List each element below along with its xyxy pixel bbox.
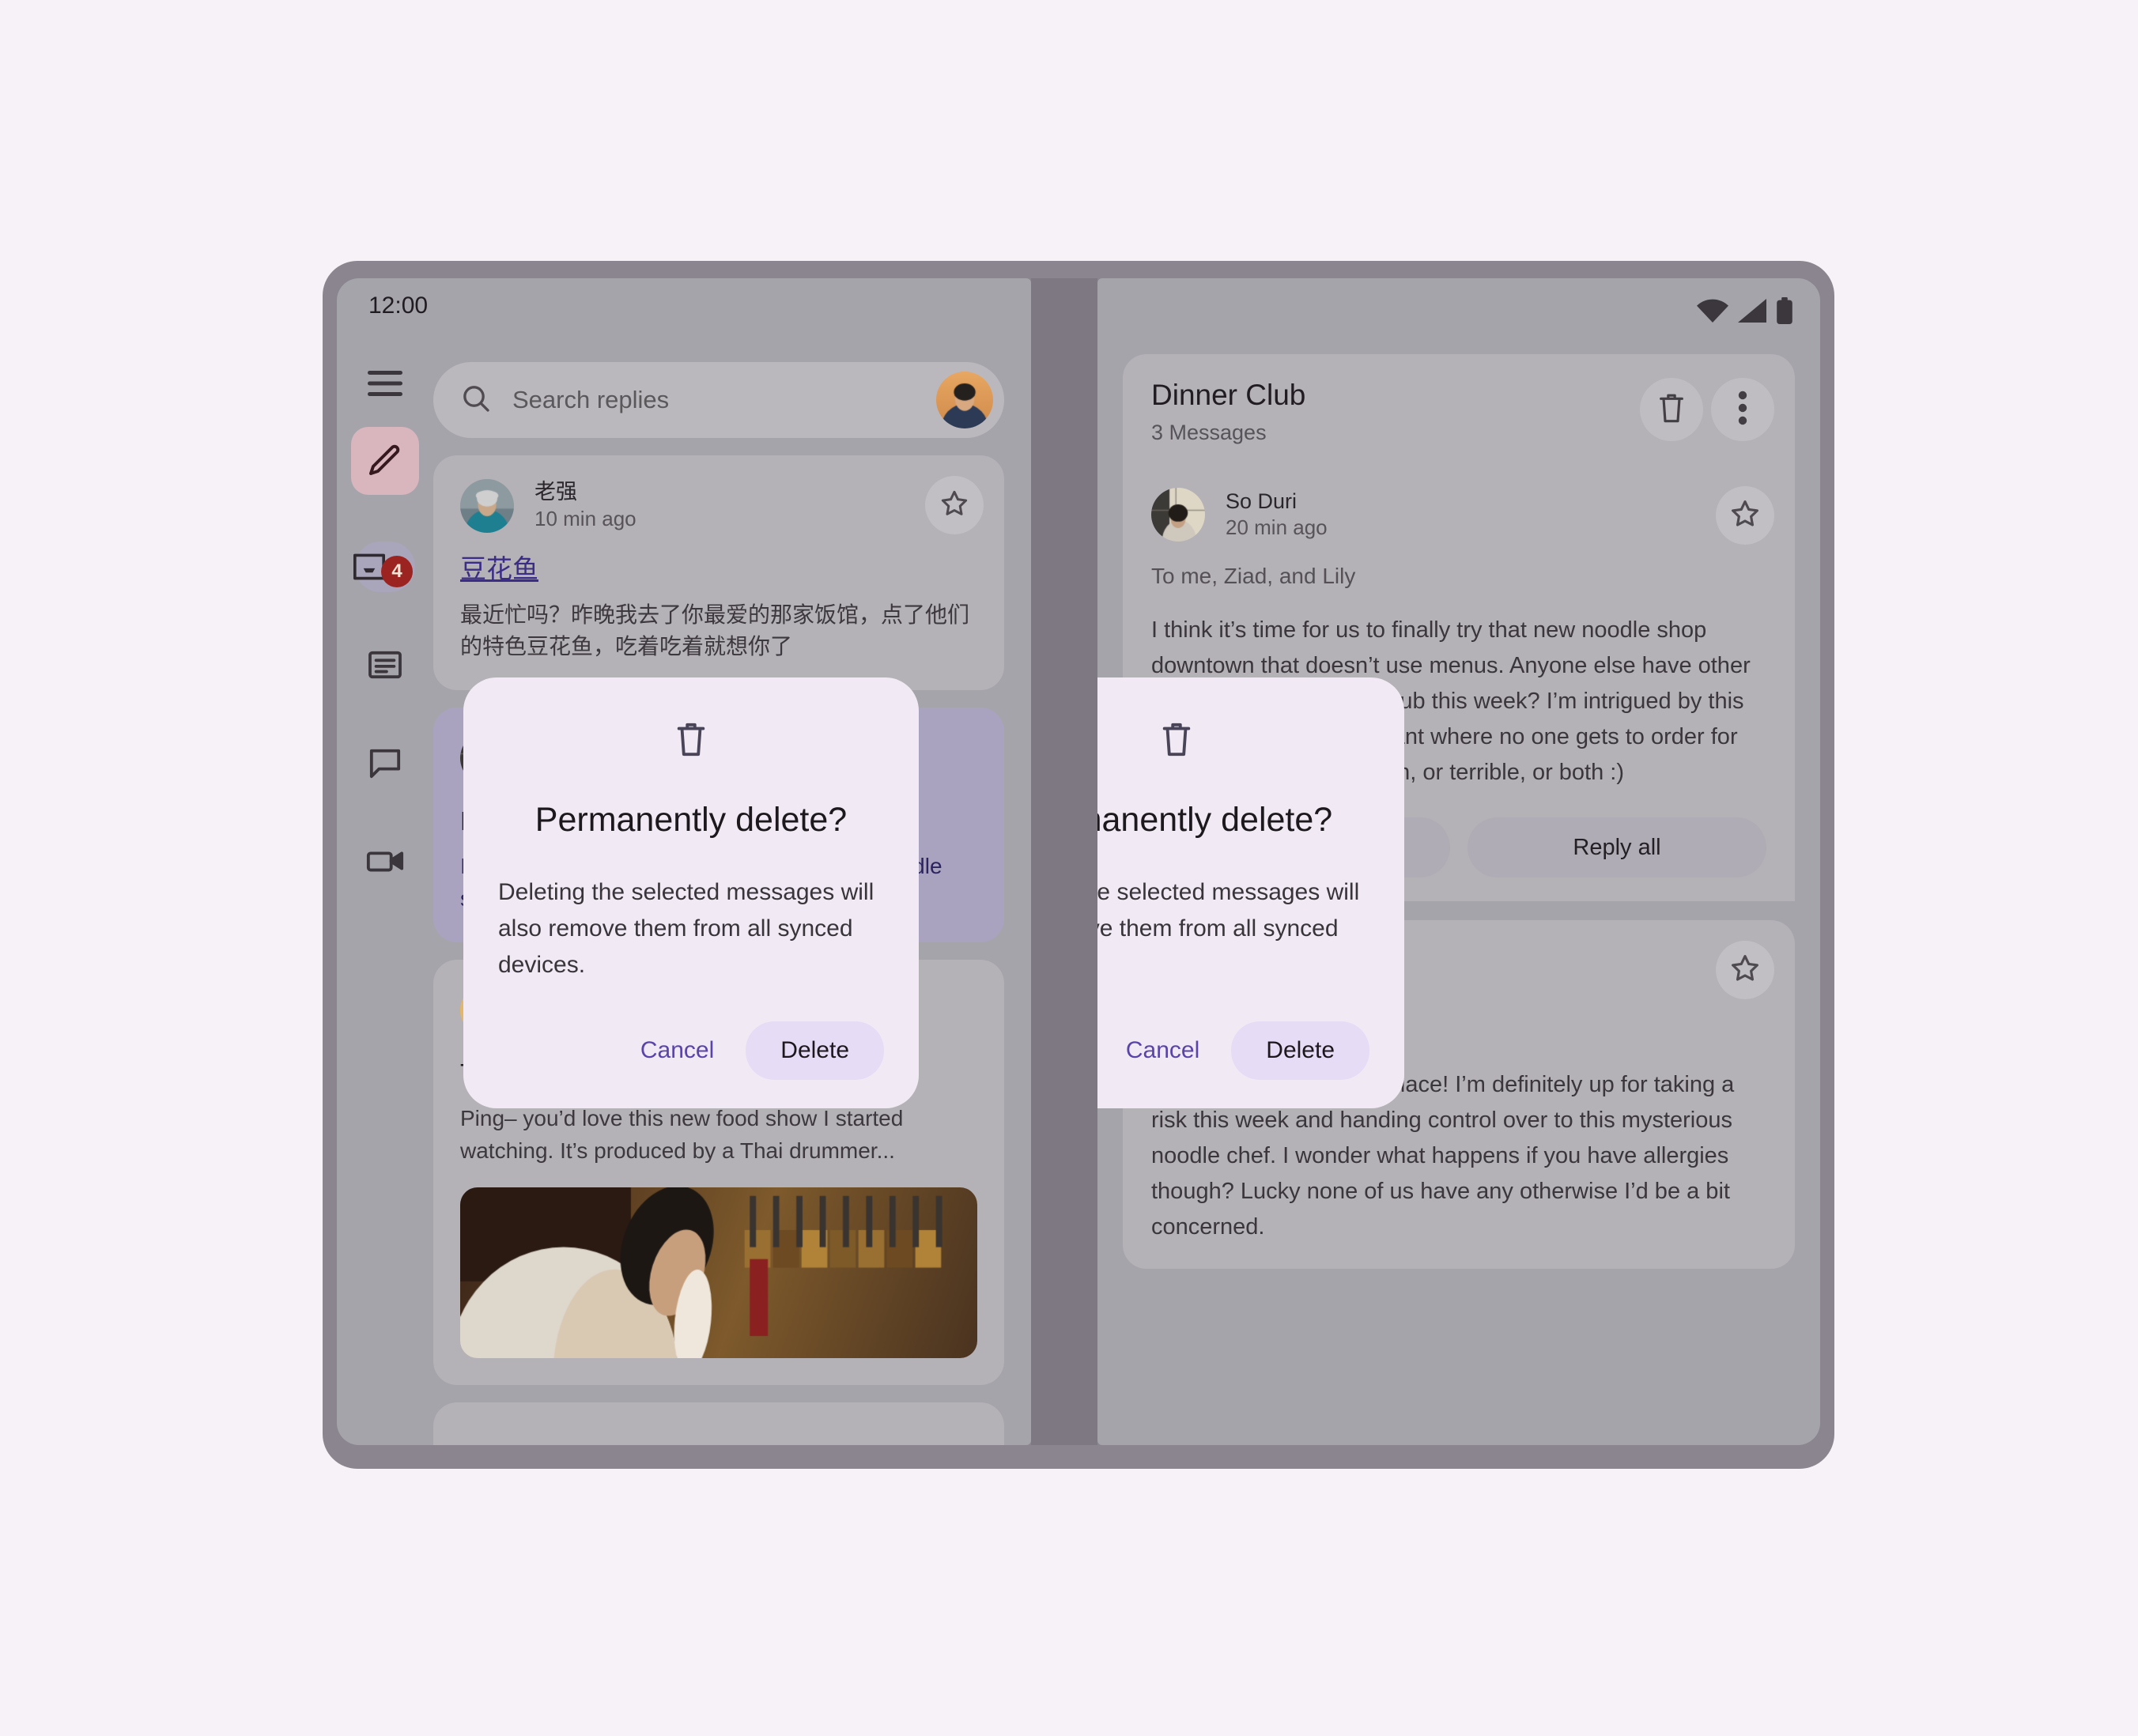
message-attachment-image[interactable] <box>460 1187 977 1359</box>
trash-icon <box>1097 719 1369 760</box>
delete-button[interactable]: Delete <box>1231 1021 1369 1080</box>
star-icon <box>939 488 970 523</box>
search-bar[interactable]: Search replies <box>433 362 1004 438</box>
sender-timestamp: 10 min ago <box>534 506 636 530</box>
sender-name: So Duri <box>1226 489 1298 513</box>
more-options-button[interactable] <box>1711 378 1774 441</box>
dialog-actions: Cancel Delete <box>1097 1021 1369 1080</box>
sidebar-item-inbox[interactable]: 4 <box>351 533 419 601</box>
right-screen-panel: Dinner Club 3 Messages So Duri 20 min ag… <box>1097 278 1820 1445</box>
avatar <box>460 479 514 533</box>
sender-info: 老强 10 min ago <box>534 479 636 533</box>
inbox-badge: 4 <box>381 556 413 587</box>
chat-bubble-icon <box>367 746 403 779</box>
star-button[interactable] <box>1716 941 1774 1000</box>
foldable-device-frame: 12:00 4 Search replies 老强 10 min ago 豆花鱼… <box>323 261 1834 1469</box>
navigation-rail: 4 <box>337 334 433 1445</box>
thread-header: Dinner Club 3 Messages <box>1123 354 1795 466</box>
thread-message-count: 3 Messages <box>1151 421 1267 445</box>
wifi-icon <box>1697 299 1728 323</box>
status-bar-right <box>1097 278 1820 334</box>
delete-button[interactable]: Delete <box>746 1021 884 1080</box>
sender-timestamp: 20 min ago <box>1226 515 1328 540</box>
star-button[interactable] <box>1716 486 1774 545</box>
cancel-button[interactable]: Cancel <box>1102 1023 1223 1078</box>
message-subject[interactable]: 豆花鱼 <box>460 553 977 585</box>
trash-icon <box>1656 390 1687 430</box>
star-icon <box>1728 497 1762 534</box>
avatar[interactable] <box>936 372 993 428</box>
list-item[interactable] <box>433 1402 1004 1445</box>
device-hinge <box>1031 278 1097 1445</box>
search-icon <box>460 383 492 418</box>
sidebar-item-chat[interactable] <box>351 729 419 797</box>
trash-icon <box>498 719 884 760</box>
delete-confirmation-dialog[interactable]: Permanently delete? Deleting the selecte… <box>1097 677 1404 1108</box>
sidebar-item-video[interactable] <box>351 827 419 895</box>
reply-all-button[interactable]: Reply all <box>1468 817 1766 878</box>
cancel-button[interactable]: Cancel <box>617 1023 738 1078</box>
article-icon <box>367 650 403 680</box>
dialog-body: Deleting the selected messages will also… <box>1097 879 1360 942</box>
delete-thread-button[interactable] <box>1640 378 1703 441</box>
page-title: Dinner Club <box>1151 379 1306 411</box>
star-icon <box>1728 952 1762 989</box>
list-item[interactable]: 老强 10 min ago 豆花鱼 最近忙吗？昨晚我去了你最爱的那家饭馆，点了他… <box>433 455 1004 690</box>
dialog-title: Permanently delete? <box>1097 801 1333 839</box>
hamburger-menu-icon <box>366 369 404 398</box>
system-status-icons <box>1697 297 1793 324</box>
message-recipients: To me, Ziad, and Lily <box>1151 564 1356 589</box>
message-card-header: So Duri 20 min ago <box>1151 488 1766 542</box>
sender-info: So Duri 20 min ago <box>1226 489 1328 542</box>
thread-title-group: Dinner Club 3 Messages <box>1151 378 1632 445</box>
more-vertical-icon <box>1737 391 1748 429</box>
dialog-actions: Cancel Delete <box>498 1021 884 1080</box>
compose-button[interactable] <box>351 427 419 495</box>
sender-name: 老强 <box>534 480 577 504</box>
battery-icon <box>1776 297 1793 324</box>
star-button[interactable] <box>925 476 984 534</box>
message-preview: 最近忙吗？昨晚我去了你最爱的那家饭馆，点了他们的特色豆花鱼，吃着吃着就想你了 <box>460 602 970 659</box>
video-camera-icon <box>365 848 405 874</box>
status-bar-left: 12:00 <box>337 278 1031 334</box>
dialog-title: Permanently delete? <box>534 801 848 839</box>
avatar <box>1151 488 1205 542</box>
hamburger-menu-button[interactable] <box>351 349 419 417</box>
cell-signal-icon <box>1738 299 1766 323</box>
message-preview: Ping– you’d love this new food show I st… <box>460 1106 904 1163</box>
search-input[interactable]: Search replies <box>512 386 936 414</box>
dialog-body: Deleting the selected messages will also… <box>498 879 874 978</box>
message-card-header: 老强 10 min ago <box>460 479 977 533</box>
sidebar-item-articles[interactable] <box>351 631 419 699</box>
left-screen-panel: 12:00 4 Search replies 老强 10 min ago 豆花鱼… <box>337 278 1031 1445</box>
pencil-icon <box>366 442 404 480</box>
delete-confirmation-dialog[interactable]: Permanently delete? Deleting the selecte… <box>463 677 919 1108</box>
status-clock: 12:00 <box>368 292 429 319</box>
